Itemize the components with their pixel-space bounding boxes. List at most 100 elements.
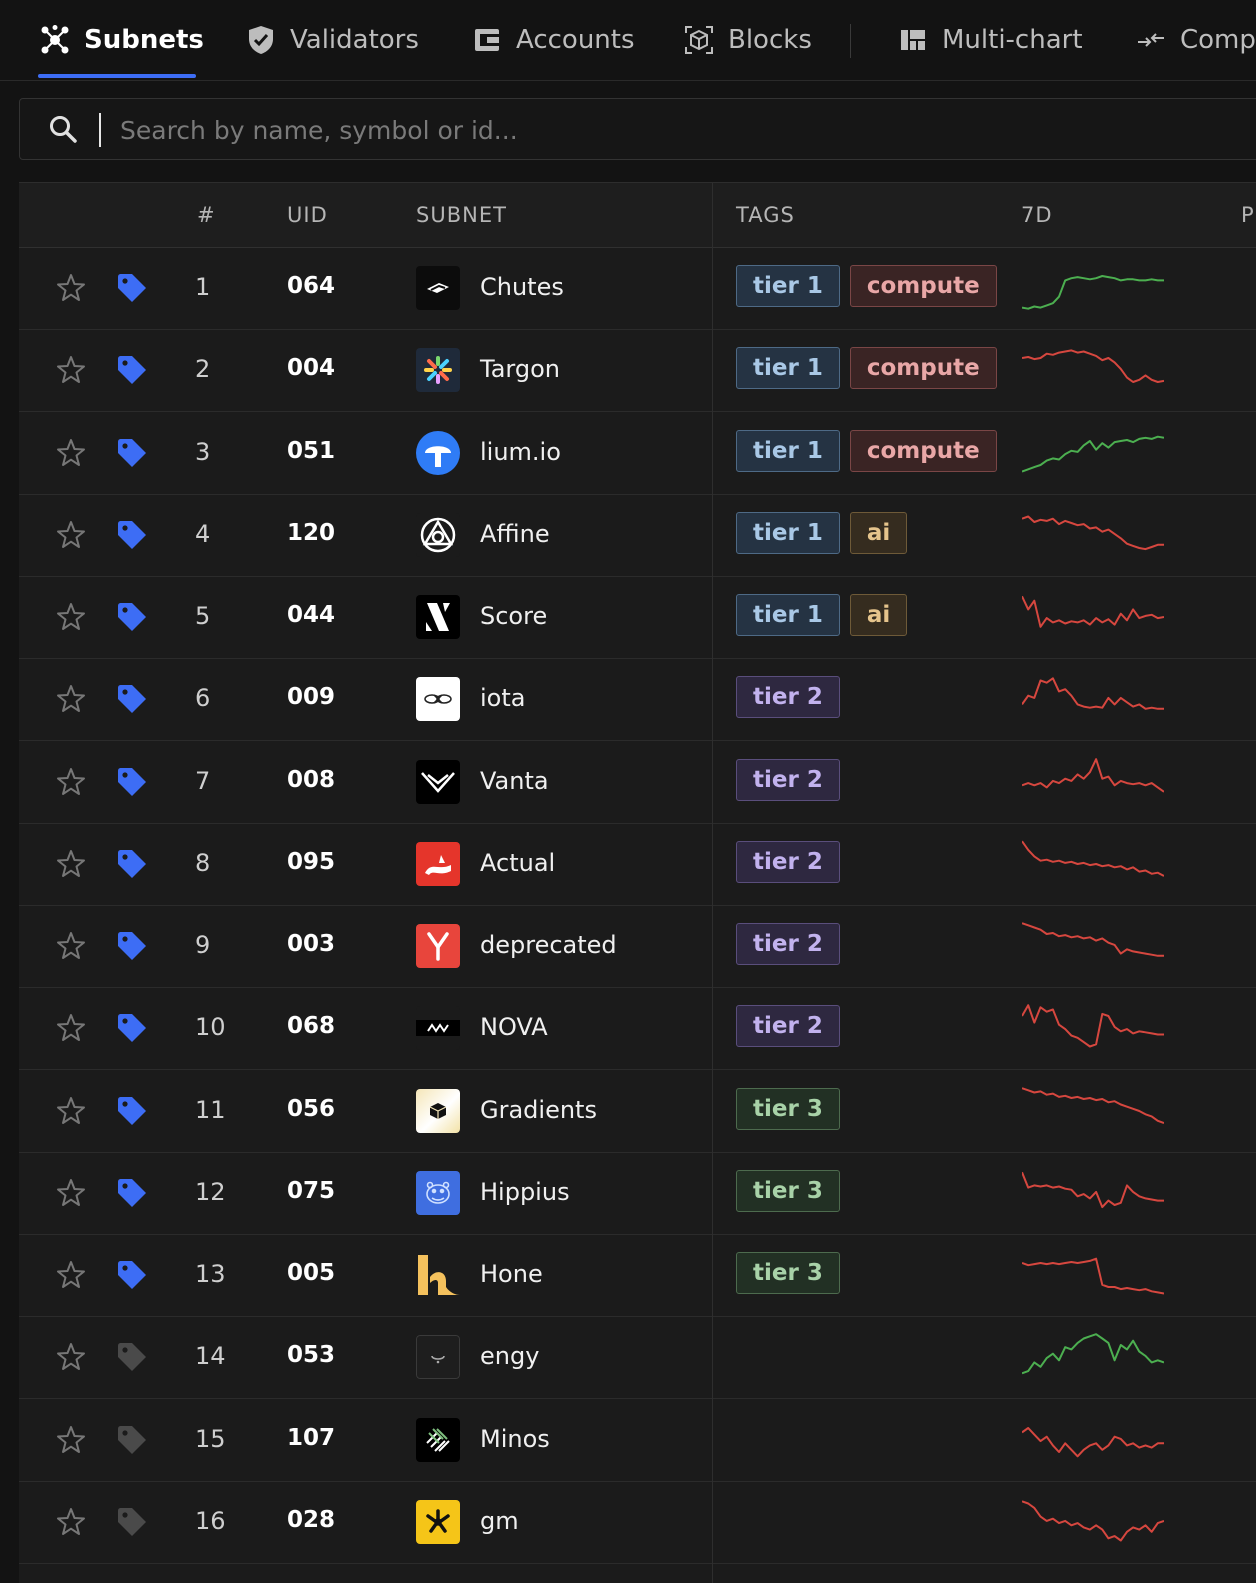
sparkline-7d: [1021, 839, 1165, 889]
category-tag[interactable]: tier 2: [736, 1005, 840, 1048]
category-tag[interactable]: compute: [849, 429, 997, 472]
table-row[interactable]: 7 008 Vanta tier 2: [19, 741, 1256, 824]
table-row[interactable]: 2 004 Targon tier 1 compute: [19, 329, 1256, 413]
tab-validators[interactable]: Validators: [246, 0, 419, 80]
category-tag[interactable]: tier 1: [736, 594, 840, 636]
tag-icon[interactable]: [115, 436, 149, 470]
tab-accounts[interactable]: Accounts: [472, 0, 635, 80]
subnet-name[interactable]: engy: [480, 1342, 539, 1370]
favorite-star-icon[interactable]: [55, 354, 87, 386]
tab-multi-chart[interactable]: Multi-chart: [898, 0, 1083, 80]
header-subnet[interactable]: SUBNET: [416, 203, 507, 227]
header-uid[interactable]: UID: [287, 203, 328, 227]
category-tag[interactable]: tier 1: [736, 511, 840, 554]
category-tag[interactable]: tier 3: [736, 1169, 840, 1212]
favorite-star-icon[interactable]: [55, 1177, 87, 1209]
tab-blocks[interactable]: Blocks: [684, 0, 812, 80]
subnet-name[interactable]: Hone: [480, 1260, 543, 1288]
table-row[interactable]: 1 064 Chutes tier 1 compute: [19, 247, 1256, 330]
favorite-star-icon[interactable]: [55, 437, 87, 469]
subnet-name[interactable]: gm: [480, 1507, 519, 1535]
favorite-star-icon[interactable]: [55, 519, 87, 551]
subnet-name[interactable]: deprecated: [480, 931, 617, 959]
tag-icon[interactable]: [115, 353, 149, 387]
category-tag[interactable]: tier 3: [736, 1087, 840, 1130]
favorite-star-icon[interactable]: [55, 930, 87, 962]
favorite-star-icon[interactable]: [55, 848, 87, 880]
tag-icon[interactable]: [115, 1505, 149, 1539]
favorite-star-icon[interactable]: [55, 1424, 87, 1456]
subnet-name[interactable]: NOVA: [480, 1013, 548, 1041]
favorite-star-icon[interactable]: [55, 272, 87, 304]
score-logo-icon: [416, 595, 460, 639]
table-row[interactable]: 3 051 lium.io tier 1 compute: [19, 412, 1256, 495]
table-row[interactable]: 11 056 Gradients tier 3: [19, 1070, 1256, 1153]
category-tag[interactable]: compute: [849, 347, 997, 390]
subnet-name[interactable]: Score: [480, 602, 547, 630]
header-price[interactable]: P: [1241, 203, 1255, 227]
header-7d[interactable]: 7D: [1021, 203, 1053, 227]
subnet-name[interactable]: Gradients: [480, 1096, 597, 1124]
table-row[interactable]: 16 028 gm: [19, 1481, 1256, 1564]
search-icon: [50, 116, 77, 143]
table-row[interactable]: 15 107 Minos: [19, 1399, 1256, 1482]
favorite-star-icon[interactable]: [55, 1259, 87, 1291]
subnet-name[interactable]: Affine: [480, 520, 550, 548]
favorite-star-icon[interactable]: [55, 1095, 87, 1127]
tag-icon[interactable]: [115, 847, 149, 881]
tag-icon[interactable]: [115, 682, 149, 716]
tag-icon[interactable]: [115, 1340, 149, 1374]
subnet-name[interactable]: Chutes: [480, 273, 564, 301]
favorite-star-icon[interactable]: [55, 1012, 87, 1044]
favorite-star-icon[interactable]: [55, 601, 87, 633]
tag-icon[interactable]: [115, 1258, 149, 1292]
table-row[interactable]: 10 068 NOVA tier 2: [19, 987, 1256, 1071]
table-row[interactable]: 6 009 iota tier 2: [19, 658, 1256, 742]
favorite-star-icon[interactable]: [55, 1506, 87, 1538]
favorite-star-icon[interactable]: [55, 766, 87, 798]
category-tag[interactable]: ai: [849, 511, 908, 554]
subnet-name[interactable]: Minos: [480, 1425, 550, 1453]
category-tag[interactable]: tier 2: [736, 923, 840, 965]
targon-logo-icon: [416, 348, 460, 393]
subnet-name[interactable]: Actual: [480, 849, 555, 877]
tag-icon[interactable]: [115, 600, 149, 634]
table-row[interactable]: 4 120 Affine tier 1 ai: [19, 494, 1256, 577]
tag-icon[interactable]: [115, 271, 149, 305]
favorite-star-icon[interactable]: [55, 683, 87, 715]
tag-icon[interactable]: [115, 518, 149, 552]
search-input[interactable]: [118, 107, 1222, 153]
category-tag[interactable]: tier 2: [736, 676, 840, 719]
table-row[interactable]: 5 044 Score tier 1 ai: [19, 576, 1256, 659]
table-row[interactable]: 9 003 deprecated tier 2: [19, 905, 1256, 988]
subnet-name[interactable]: Vanta: [480, 767, 549, 795]
table-row[interactable]: 13 005 Hone tier 3: [19, 1234, 1256, 1317]
tag-icon[interactable]: [115, 1094, 149, 1128]
sparkline-path: [1021, 1086, 1165, 1124]
tag-icon[interactable]: [115, 765, 149, 799]
tag-icon[interactable]: [115, 1423, 149, 1457]
category-tag[interactable]: tier 3: [736, 1252, 840, 1294]
category-tag[interactable]: tier 1: [736, 347, 840, 390]
category-tag[interactable]: tier 1: [736, 429, 840, 472]
table-row[interactable]: 14 053 engy: [19, 1316, 1256, 1400]
subnet-name[interactable]: lium.io: [480, 438, 561, 466]
category-tag[interactable]: compute: [849, 265, 997, 307]
tab-compare[interactable]: Comp: [1136, 0, 1256, 80]
tag-icon[interactable]: [115, 929, 149, 963]
category-tag[interactable]: tier 2: [736, 758, 840, 801]
category-tag[interactable]: tier 1: [736, 265, 840, 307]
tag-icon[interactable]: [115, 1176, 149, 1210]
category-tag[interactable]: ai: [849, 594, 908, 636]
table-row[interactable]: 12 075 Hippius tier 3: [19, 1152, 1256, 1235]
header-tags[interactable]: TAGS: [736, 203, 795, 227]
table-row[interactable]: 8 095 Actual tier 2: [19, 823, 1256, 906]
subnet-name[interactable]: iota: [480, 684, 525, 712]
subnet-name[interactable]: Hippius: [480, 1178, 570, 1206]
tag-icon[interactable]: [115, 1011, 149, 1045]
header-rank[interactable]: #: [197, 203, 216, 227]
tab-subnets[interactable]: Subnets: [40, 0, 204, 80]
subnet-name[interactable]: Targon: [480, 355, 560, 383]
favorite-star-icon[interactable]: [55, 1341, 87, 1373]
category-tag[interactable]: tier 2: [736, 840, 840, 883]
